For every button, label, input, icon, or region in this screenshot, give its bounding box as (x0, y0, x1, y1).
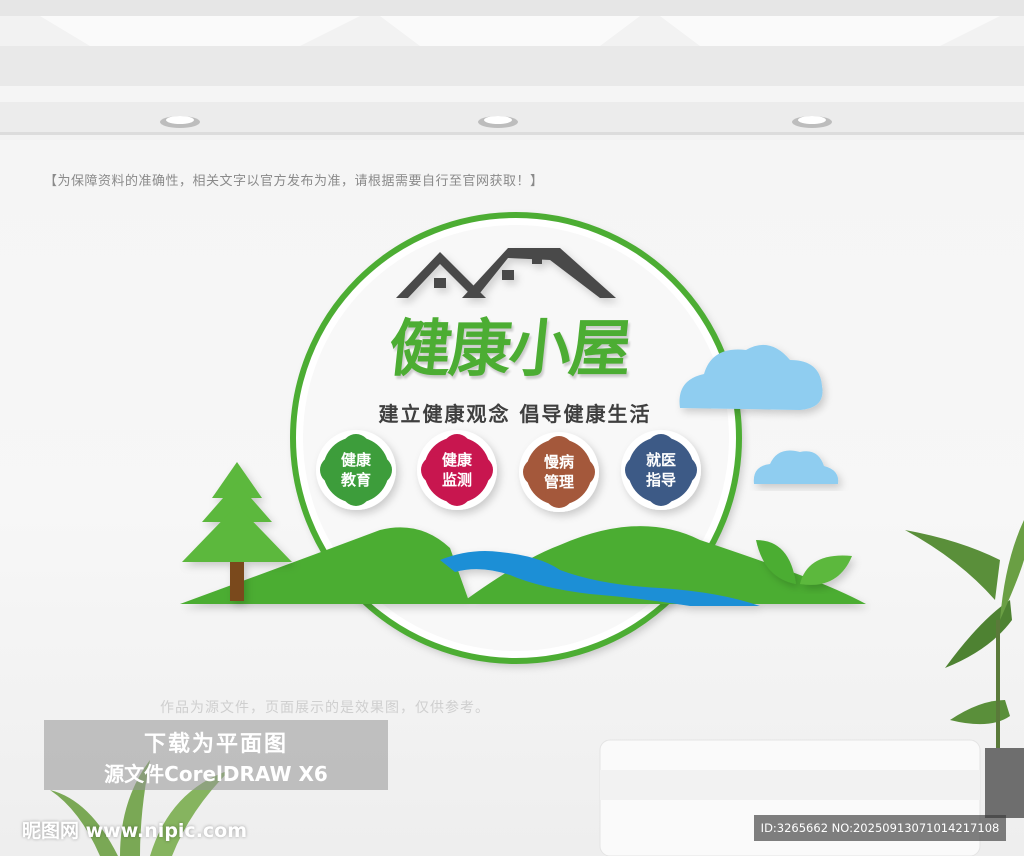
download-line1: 下载为平面图 (143, 732, 288, 757)
cloud-icon (753, 450, 839, 484)
download-info-box: 下载为平面图 源文件CorelDRAW X6 (44, 720, 388, 790)
preview-note: 作品为源文件，页面展示的是效果图，仅供参考。 (160, 700, 490, 716)
sign-slogan: 建立健康观念 倡导健康生活 (378, 402, 652, 426)
download-line2: 源文件CorelDRAW X6 (104, 762, 328, 786)
badge-label-health-education: 健康 教育 (340, 451, 371, 489)
badge-label-medical-guidance: 就医 指导 (645, 451, 676, 489)
image-id-bar: ID:3265662 NO:20250913071014217108 (754, 815, 1006, 841)
scene: 【为保障资料的准确性，相关文字以官方发布为准，请根据需要自行至官网获取！】 健康… (0, 0, 1024, 856)
badge-label-chronic-disease: 慢病 管理 (543, 453, 574, 491)
sign-title: 健康小屋 (385, 312, 634, 385)
badge-label-health-monitoring: 健康 监测 (441, 451, 472, 489)
site-watermark: 昵图网 www.nipic.com (22, 820, 248, 842)
